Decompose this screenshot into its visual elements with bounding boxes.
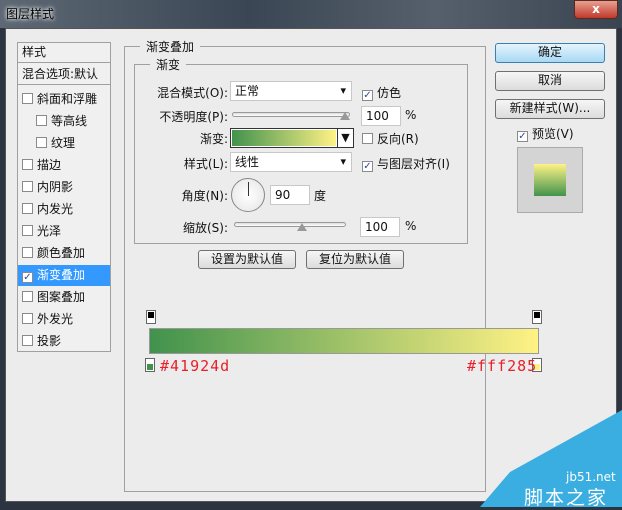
preview-label: 预览(V) xyxy=(532,127,574,141)
scale-unit: % xyxy=(405,219,417,233)
sidebar-item-label: 描边 xyxy=(37,158,62,172)
opacity-stop-left[interactable] xyxy=(146,310,156,324)
checkbox-icon[interactable] xyxy=(22,225,33,236)
style-value: 线性 xyxy=(235,155,260,169)
close-button[interactable]: x xyxy=(574,0,618,19)
style-preview xyxy=(517,147,583,213)
sidebar-item[interactable]: 颜色叠加 xyxy=(18,243,110,264)
sidebar-item[interactable]: 等高线 xyxy=(18,111,110,132)
group-title: 渐变叠加 xyxy=(140,38,201,55)
angle-unit: 度 xyxy=(314,189,327,203)
watermark-site: jb51.net xyxy=(566,470,616,484)
sidebar-item[interactable]: 纹理 xyxy=(18,133,110,154)
sidebar-item-label: 内发光 xyxy=(37,202,74,216)
checkbox-icon[interactable] xyxy=(22,203,33,214)
checkbox-icon[interactable] xyxy=(22,159,33,170)
sidebar-item-label: 光泽 xyxy=(37,224,62,238)
checkbox-icon: ✓ xyxy=(362,161,373,172)
checkbox-icon xyxy=(362,133,373,144)
gradient-dropdown-icon[interactable]: ▼ xyxy=(337,129,353,147)
checkbox-icon[interactable] xyxy=(22,335,33,346)
cancel-button[interactable]: 取消 xyxy=(495,71,605,91)
scale-input[interactable]: 100 xyxy=(360,217,400,237)
color-stop-left[interactable] xyxy=(145,358,155,372)
blend-mode-label: 混合模式(O): xyxy=(157,86,228,100)
sidebar-item-label: 投影 xyxy=(37,334,62,348)
end-color-label: #fff285 xyxy=(467,357,538,375)
blend-mode-value: 正常 xyxy=(235,84,260,98)
opacity-stop-right[interactable] xyxy=(532,310,542,324)
sidebar-item[interactable]: 斜面和浮雕 xyxy=(18,89,110,110)
sidebar-item-label: 斜面和浮雕 xyxy=(37,92,98,106)
opacity-label: 不透明度(P): xyxy=(159,110,228,124)
dither-label: 仿色 xyxy=(377,86,402,100)
gradient-picker[interactable]: ▼ xyxy=(230,128,354,148)
title-bar xyxy=(0,0,622,28)
ok-button[interactable]: 确定 xyxy=(495,43,605,63)
angle-input[interactable]: 90 xyxy=(270,185,310,205)
sidebar-item[interactable]: 光泽 xyxy=(18,221,110,242)
sidebar-item-label: 颜色叠加 xyxy=(37,246,86,260)
watermark-name: 脚本之家 xyxy=(524,487,609,509)
checkbox-icon[interactable]: ✓ xyxy=(22,272,33,283)
set-default-button[interactable]: 设置为默认值 xyxy=(198,250,296,269)
sidebar-item[interactable]: 内发光 xyxy=(18,199,110,220)
sidebar-item[interactable]: ✓ 渐变叠加 xyxy=(18,265,110,286)
gradient-swatch[interactable] xyxy=(232,130,336,146)
sidebar-item[interactable]: 外发光 xyxy=(18,309,110,330)
gradient-bar[interactable] xyxy=(149,328,539,354)
dither-checkbox[interactable]: ✓ 仿色 xyxy=(362,84,401,101)
sidebar-item-label: 内阴影 xyxy=(37,180,74,194)
sidebar-item-label: 外发光 xyxy=(37,312,74,326)
preview-checkbox[interactable]: ✓ 预览(V) xyxy=(517,125,574,142)
angle-dial[interactable] xyxy=(231,178,265,212)
checkbox-icon: ✓ xyxy=(362,90,373,101)
align-with-layer-checkbox[interactable]: ✓ 与图层对齐(I) xyxy=(362,155,450,172)
gradient-label: 渐变: xyxy=(199,132,228,146)
sidebar-header: 样式 xyxy=(18,42,110,63)
angle-label: 角度(N): xyxy=(181,189,228,203)
scale-slider[interactable] xyxy=(234,222,346,227)
align-label: 与图层对齐(I) xyxy=(377,157,450,171)
sidebar-item[interactable]: 投影 xyxy=(18,331,110,352)
checkbox-icon[interactable] xyxy=(22,93,33,104)
checkbox-icon: ✓ xyxy=(517,131,528,142)
checkbox-icon[interactable] xyxy=(36,137,47,148)
reverse-checkbox[interactable]: 反向(R) xyxy=(362,130,419,147)
style-label: 样式(L): xyxy=(183,157,228,171)
subgroup-title: 渐变 xyxy=(150,56,187,73)
checkbox-icon[interactable] xyxy=(22,291,33,302)
checkbox-icon[interactable] xyxy=(36,115,47,126)
start-color-label: #41924d xyxy=(160,357,231,375)
sidebar-item[interactable]: 描边 xyxy=(18,155,110,176)
window-title: 图层样式 xyxy=(6,7,55,21)
opacity-slider[interactable] xyxy=(232,112,350,117)
blend-mode-select[interactable]: 正常 xyxy=(230,81,352,101)
reverse-label: 反向(R) xyxy=(377,132,419,146)
sidebar-item-label: 渐变叠加 xyxy=(37,268,86,282)
checkbox-icon[interactable] xyxy=(22,181,33,192)
new-style-button[interactable]: 新建样式(W)... xyxy=(495,99,605,119)
checkbox-icon[interactable] xyxy=(22,313,33,324)
scale-label: 缩放(S): xyxy=(182,221,228,235)
preview-swatch xyxy=(534,164,566,196)
angle-needle xyxy=(248,182,249,196)
sidebar-item-label: 等高线 xyxy=(51,114,88,128)
style-select[interactable]: 线性 xyxy=(230,152,352,172)
sidebar-item-blend-options[interactable]: 混合选项:默认 xyxy=(18,64,110,85)
opacity-input[interactable]: 100 xyxy=(361,106,401,126)
sidebar-item[interactable]: 图案叠加 xyxy=(18,287,110,308)
reset-default-button[interactable]: 复位为默认值 xyxy=(306,250,404,269)
scale-slider-thumb[interactable] xyxy=(297,223,307,231)
sidebar-item[interactable]: 内阴影 xyxy=(18,177,110,198)
sidebar-item-label: 纹理 xyxy=(51,136,76,150)
sidebar-item-label: 图案叠加 xyxy=(37,290,86,304)
checkbox-icon[interactable] xyxy=(22,247,33,258)
opacity-slider-thumb[interactable] xyxy=(340,112,350,120)
opacity-unit: % xyxy=(405,108,417,122)
